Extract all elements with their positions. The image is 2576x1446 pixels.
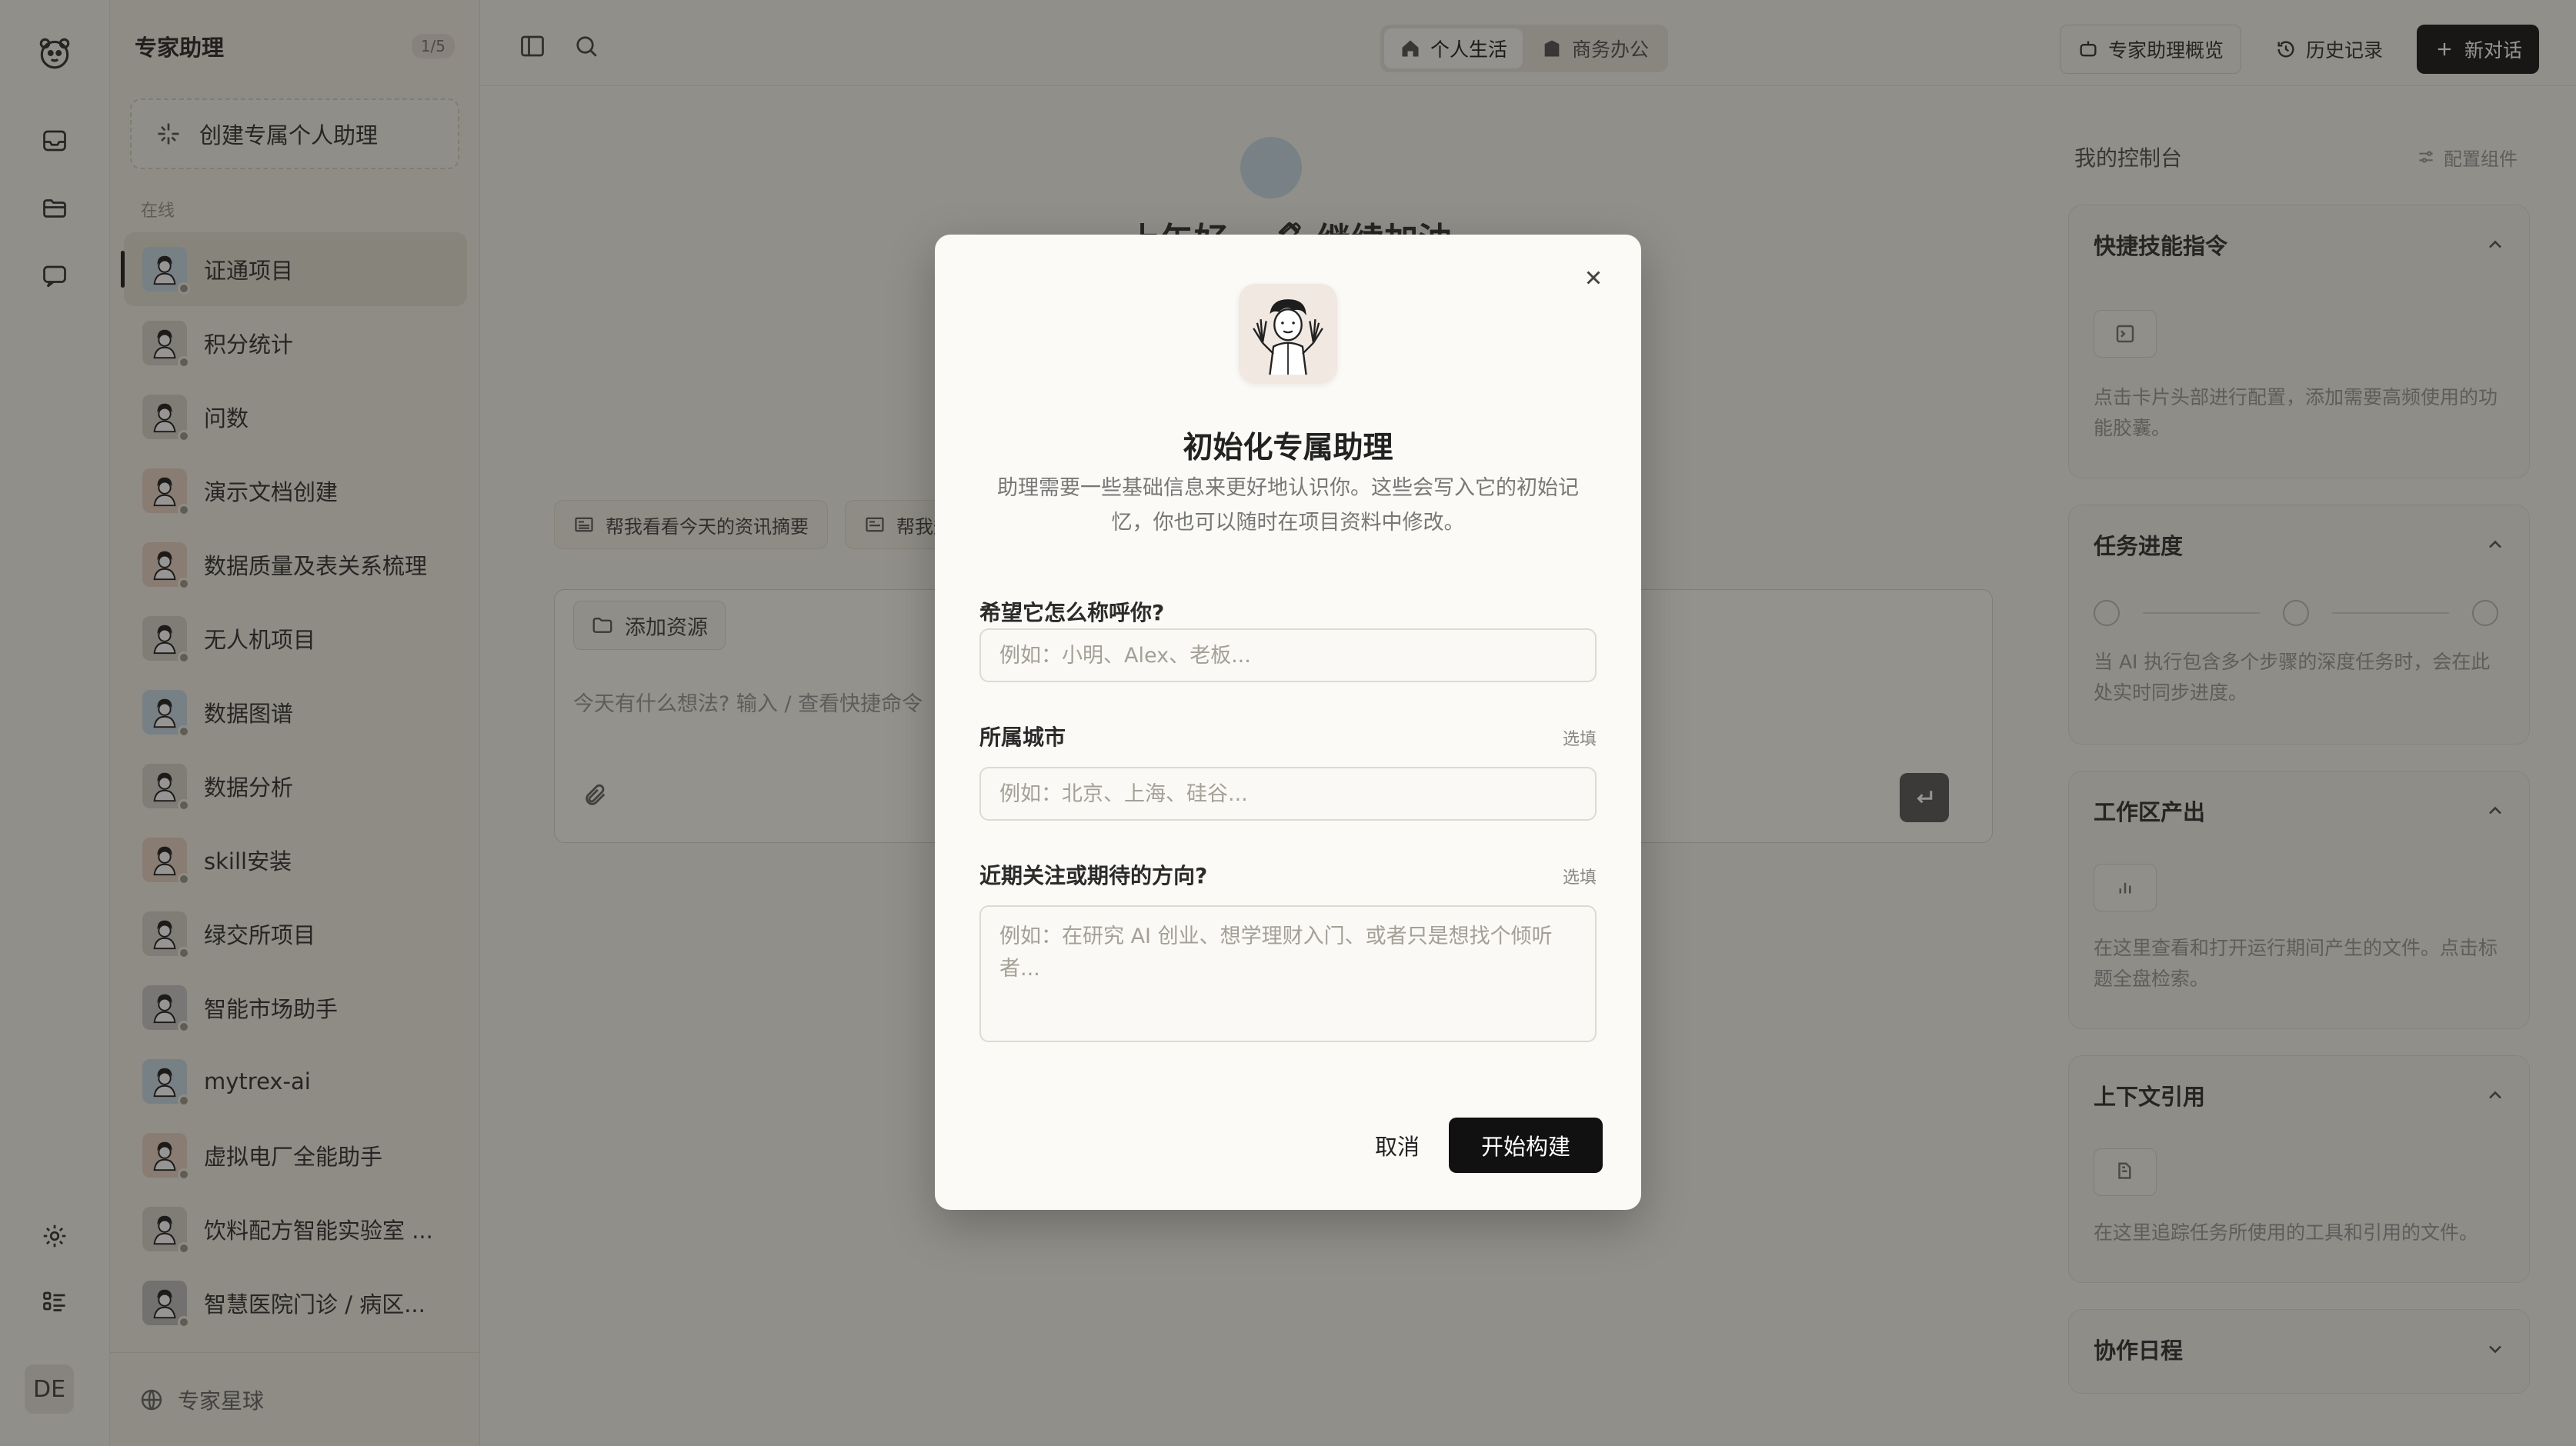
init-assistant-dialog: 初始化专属助理 助理需要一些基础信息来更好地认识你。这些会写入它的初始记忆，你也… xyxy=(935,235,1641,1210)
start-build-button[interactable]: 开始构建 xyxy=(1449,1118,1603,1173)
close-icon[interactable] xyxy=(1578,262,1609,293)
dialog-subtitle: 助理需要一些基础信息来更好地认识你。这些会写入它的初始记忆，你也可以随时在项目资… xyxy=(997,476,1579,535)
focus-optional-tag: 选填 xyxy=(1562,868,1597,888)
city-optional-tag: 选填 xyxy=(1562,730,1597,749)
focus-textarea[interactable] xyxy=(979,905,1597,1042)
assistant-illustration xyxy=(1239,284,1337,384)
city-input[interactable] xyxy=(979,767,1597,821)
cancel-button[interactable]: 取消 xyxy=(1332,1118,1463,1173)
name-input[interactable] xyxy=(979,628,1597,682)
name-field-label: 希望它怎么称呼你? xyxy=(979,600,1165,625)
city-field-label: 所属城市 xyxy=(979,725,1066,750)
focus-field-label: 近期关注或期待的方向? xyxy=(979,863,1208,888)
dialog-title: 初始化专属助理 xyxy=(1183,431,1393,465)
